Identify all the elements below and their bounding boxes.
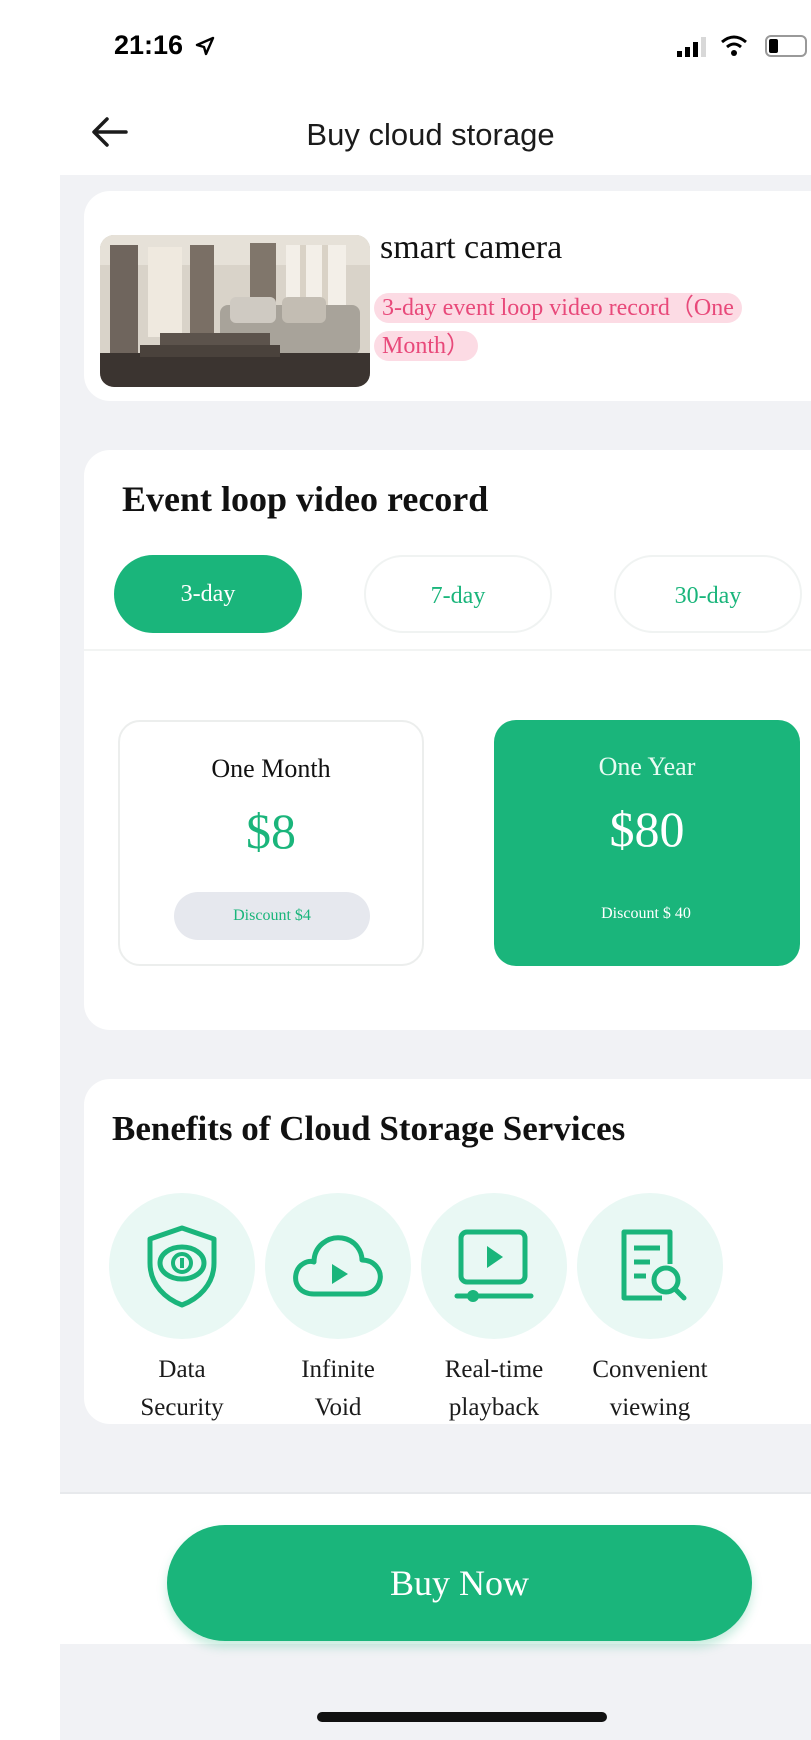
product-name: smart camera [380,229,563,266]
plan-option-one-year[interactable]: One Year $80 Discount $ 40 [494,720,800,966]
shield-icon [147,1225,217,1308]
benefits-title: Benefits of Cloud Storage Services [112,1109,626,1148]
home-indicator [317,1712,607,1722]
benefit-label: Real-time playback [414,1351,574,1427]
signal-icon [677,37,706,57]
benefit-label-line2: playback [448,1394,540,1421]
status-time: 21:16 [114,30,215,61]
plan-name: One Year [598,752,696,781]
benefit-convenient-viewing: Convenient viewing [570,1193,730,1427]
duration-tabs: 3-day 7-day 30-day [114,555,811,635]
benefit-label-line1: Convenient [592,1356,708,1383]
page-title: Buy cloud storage [306,117,555,152]
discount-badge: Discount $4 [174,892,370,940]
benefit-label-line2: Void [314,1394,362,1421]
benefit-infinite-void: Infinite Void [258,1193,418,1427]
tabs-divider [84,649,811,651]
content-area: smart camera 3-day event loop video reco… [60,175,811,1740]
location-arrow-icon [195,36,214,56]
cloud-play-icon [293,1235,383,1297]
product-plan-tag-text: 3-day event loop video record（One Month） [374,293,742,361]
benefit-label-line2: Security [140,1394,224,1421]
plan-name: One Month [211,754,331,783]
living-room-photo [100,235,370,387]
status-icons [671,34,811,64]
plan-option-one-month[interactable]: One Month $8 Discount $4 [118,720,424,966]
document-search-icon [621,1229,687,1301]
benefit-real-time-playback: Real-time playback [414,1193,574,1427]
benefit-label-line2: viewing [609,1394,691,1421]
benefit-icon-bg [265,1193,411,1339]
wifi-icon [721,35,747,56]
tab-3-day[interactable]: 3-day [114,555,302,633]
video-player-icon [454,1229,534,1302]
benefit-label: Infinite Void [258,1351,418,1427]
benefit-icon-bg [109,1193,255,1339]
product-image [100,235,370,387]
benefit-icon-bg [421,1193,567,1339]
plans-card: Event loop video record 3-day 7-day 30-d… [84,450,811,1030]
benefit-data-security: Data Security [102,1193,262,1427]
tab-30-day[interactable]: 30-day [614,555,802,633]
benefits-card: Benefits of Cloud Storage Services Data … [84,1079,811,1424]
battery-icon [765,35,807,57]
plan-price: $80 [609,801,685,857]
benefit-label: Data Security [102,1351,262,1427]
benefit-label-line1: Real-time [444,1356,544,1383]
benefit-icon-bg [577,1193,723,1339]
benefit-label-line1: Data [158,1356,206,1383]
benefit-label-line1: Infinite [301,1356,375,1383]
product-plan-tag: 3-day event loop video record（One Month） [374,289,811,365]
tab-7-day[interactable]: 7-day [364,555,552,633]
product-card: smart camera 3-day event loop video reco… [84,191,811,401]
buy-now-button[interactable]: Buy Now [167,1525,752,1641]
benefit-label: Convenient viewing [570,1351,730,1427]
discount-badge: Discount $ 40 [601,905,691,922]
nav-bar: Buy cloud storage [0,95,811,175]
status-bar: 21:16 [0,0,811,80]
status-time-text: 21:16 [114,30,184,60]
plans-title: Event loop video record [122,479,489,519]
plan-price: $8 [246,803,296,859]
